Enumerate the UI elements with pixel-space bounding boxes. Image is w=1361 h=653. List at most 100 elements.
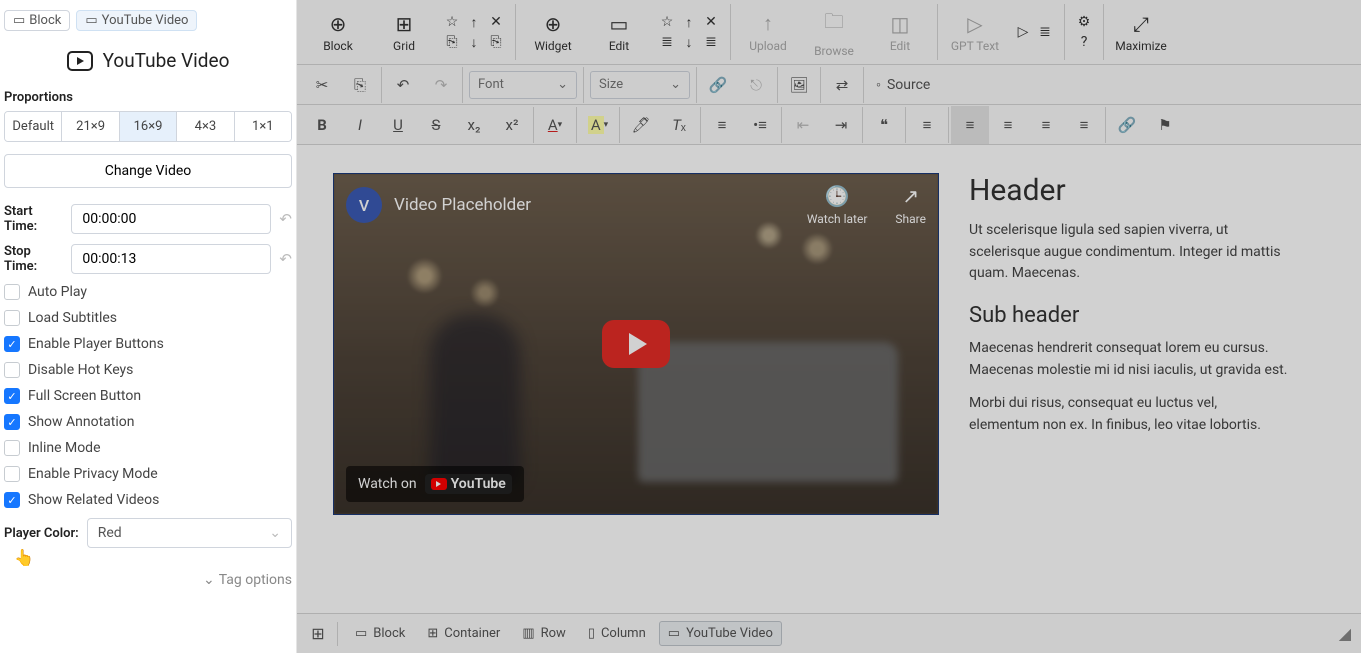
strike-icon[interactable]: S xyxy=(417,106,455,144)
bg-color-icon[interactable]: A▾ xyxy=(579,106,617,144)
proportion-Default[interactable]: Default xyxy=(5,112,62,141)
mini-icon[interactable]: ↓ xyxy=(463,33,485,51)
proportion-4×3[interactable]: 4×3 xyxy=(177,112,234,141)
proportion-16×9[interactable]: 16×9 xyxy=(120,112,177,141)
checkbox[interactable] xyxy=(4,284,20,300)
mini-icon[interactable]: ≣ xyxy=(700,33,722,51)
toolbar-block[interactable]: ⊕Block xyxy=(305,4,371,60)
mini-icon[interactable]: ☆ xyxy=(441,13,463,31)
path-col[interactable]: ▯Column xyxy=(579,621,655,646)
flag-icon[interactable]: ⚑ xyxy=(1146,106,1184,144)
watch-on-youtube[interactable]: Watch on YouTube xyxy=(346,466,524,502)
mini-icon[interactable]: ⎘ xyxy=(441,33,463,51)
mini-icon[interactable]: ✕ xyxy=(485,13,507,31)
checkbox[interactable] xyxy=(4,310,20,326)
player-color-select[interactable]: Red ⌄ xyxy=(87,518,292,548)
option-privacy[interactable]: Enable Privacy Mode xyxy=(4,466,292,482)
proportion-1×1[interactable]: 1×1 xyxy=(235,112,291,141)
undo-icon[interactable]: ↶ xyxy=(384,66,422,104)
share-button[interactable]: ↗Share xyxy=(895,184,926,226)
toolbar-edit[interactable]: ▭Edit xyxy=(586,4,652,60)
toolbar-browse[interactable]: 🗀Browse xyxy=(801,4,867,60)
numbered-list-icon[interactable]: ≡ xyxy=(703,106,741,144)
mini-icon[interactable]: ↓ xyxy=(678,33,700,51)
image-icon[interactable]: 🖼 xyxy=(780,66,818,104)
resize-handle[interactable]: ◢ xyxy=(1339,624,1351,643)
clear-format-icon[interactable]: Tₓ xyxy=(660,106,698,144)
mini-icon[interactable]: ≣ xyxy=(1034,23,1056,41)
path-block[interactable]: ▭Block xyxy=(346,621,414,646)
link-icon[interactable]: 🔗 xyxy=(699,66,737,104)
option-full[interactable]: ✓Full Screen Button xyxy=(4,388,292,404)
mini-icon[interactable]: ≣ xyxy=(656,33,678,51)
bold-icon[interactable]: B xyxy=(303,106,341,144)
mini-icon[interactable]: ↑ xyxy=(678,13,700,31)
option-annot[interactable]: ✓Show Annotation xyxy=(4,414,292,430)
size-select[interactable]: Size⌄ xyxy=(590,71,690,99)
youtube-embed[interactable]: V Video Placeholder 🕒Watch later ↗Share … xyxy=(333,173,939,515)
toolbar-grid[interactable]: ⊞Grid xyxy=(371,4,437,60)
source-button[interactable]: ◦Source xyxy=(866,66,940,104)
play-button[interactable] xyxy=(602,320,670,368)
align-left-end-icon[interactable]: ≡ xyxy=(908,106,946,144)
crumb-block[interactable]: ▭ Block xyxy=(4,10,70,31)
align-right-icon[interactable]: ≡ xyxy=(1027,106,1065,144)
undo-icon[interactable]: ↶ xyxy=(279,250,292,268)
align-justify-icon[interactable]: ≡ xyxy=(1065,106,1103,144)
option-btns[interactable]: ✓Enable Player Buttons xyxy=(4,336,292,352)
option-autoplay[interactable]: Auto Play xyxy=(4,284,292,300)
toolbar-max[interactable]: ⤢Maximize xyxy=(1108,4,1174,60)
replace-icon[interactable]: ⇄ xyxy=(823,66,861,104)
stop-time-input[interactable] xyxy=(71,244,271,274)
start-time-input[interactable] xyxy=(71,204,271,234)
checkbox[interactable] xyxy=(4,466,20,482)
copy-icon[interactable]: ⎘ xyxy=(341,66,379,104)
proportion-21×9[interactable]: 21×9 xyxy=(62,112,119,141)
italic-icon[interactable]: I xyxy=(341,106,379,144)
align-center-icon[interactable]: ≡ xyxy=(989,106,1027,144)
font-select[interactable]: Font⌄ xyxy=(469,71,577,99)
undo-icon[interactable]: ↶ xyxy=(279,210,292,228)
path-row[interactable]: ▥Row xyxy=(513,621,575,646)
watch-later-button[interactable]: 🕒Watch later xyxy=(807,184,868,226)
unlink-icon[interactable]: ⎋ xyxy=(737,66,775,104)
quote-icon[interactable]: ❝ xyxy=(865,106,903,144)
mini-icon[interactable]: ⎘ xyxy=(485,33,507,51)
toolbar-upload[interactable]: ↑Upload xyxy=(735,4,801,60)
toolbar-iedit[interactable]: ◫Edit xyxy=(867,4,933,60)
underline-icon[interactable]: U xyxy=(379,106,417,144)
checkbox[interactable] xyxy=(4,362,20,378)
option-subs[interactable]: Load Subtitles xyxy=(4,310,292,326)
option-hotkeys[interactable]: Disable Hot Keys xyxy=(4,362,292,378)
option-inline[interactable]: Inline Mode xyxy=(4,440,292,456)
change-video-button[interactable]: Change Video xyxy=(4,154,292,188)
text-color-icon[interactable]: A▾ xyxy=(536,106,574,144)
text-column[interactable]: Header Ut scelerisque ligula sed sapien … xyxy=(969,173,1289,515)
subscript-icon[interactable]: x₂ xyxy=(455,106,493,144)
superscript-icon[interactable]: x² xyxy=(493,106,531,144)
checkbox[interactable]: ✓ xyxy=(4,336,20,352)
checkbox[interactable]: ✓ xyxy=(4,388,20,404)
toolbar-widget[interactable]: ⊕Widget xyxy=(520,4,586,60)
mini-icon[interactable]: ⚙ xyxy=(1073,13,1095,31)
checkbox[interactable]: ✓ xyxy=(4,492,20,508)
align-left-icon[interactable]: ≡ xyxy=(951,106,989,144)
anchor-icon[interactable]: 🔗 xyxy=(1108,106,1146,144)
mini-icon[interactable]: ☆ xyxy=(656,13,678,31)
mini-icon[interactable]: ✕ xyxy=(700,13,722,31)
highlight-icon[interactable]: 🖊 xyxy=(622,106,660,144)
checkbox[interactable]: ✓ xyxy=(4,414,20,430)
path-yt[interactable]: ▭YouTube Video xyxy=(659,621,782,646)
toolbar-gpt[interactable]: ▷GPT Text xyxy=(942,4,1008,60)
outdent-icon[interactable]: ⇤ xyxy=(784,106,822,144)
indent-icon[interactable]: ⇥ xyxy=(822,106,860,144)
mini-icon[interactable]: ? xyxy=(1073,33,1095,51)
cut-icon[interactable]: ✂ xyxy=(303,66,341,104)
grid-icon[interactable]: ⊞ xyxy=(307,623,329,645)
path-container[interactable]: ⊞Container xyxy=(418,621,509,646)
tag-options-toggle[interactable]: ⌄ Tag options xyxy=(4,572,292,588)
mini-icon[interactable]: ▷ xyxy=(1012,23,1034,41)
checkbox[interactable] xyxy=(4,440,20,456)
redo-icon[interactable]: ↷ xyxy=(422,66,460,104)
crumb-youtube[interactable]: ▭ YouTube Video xyxy=(76,10,197,31)
